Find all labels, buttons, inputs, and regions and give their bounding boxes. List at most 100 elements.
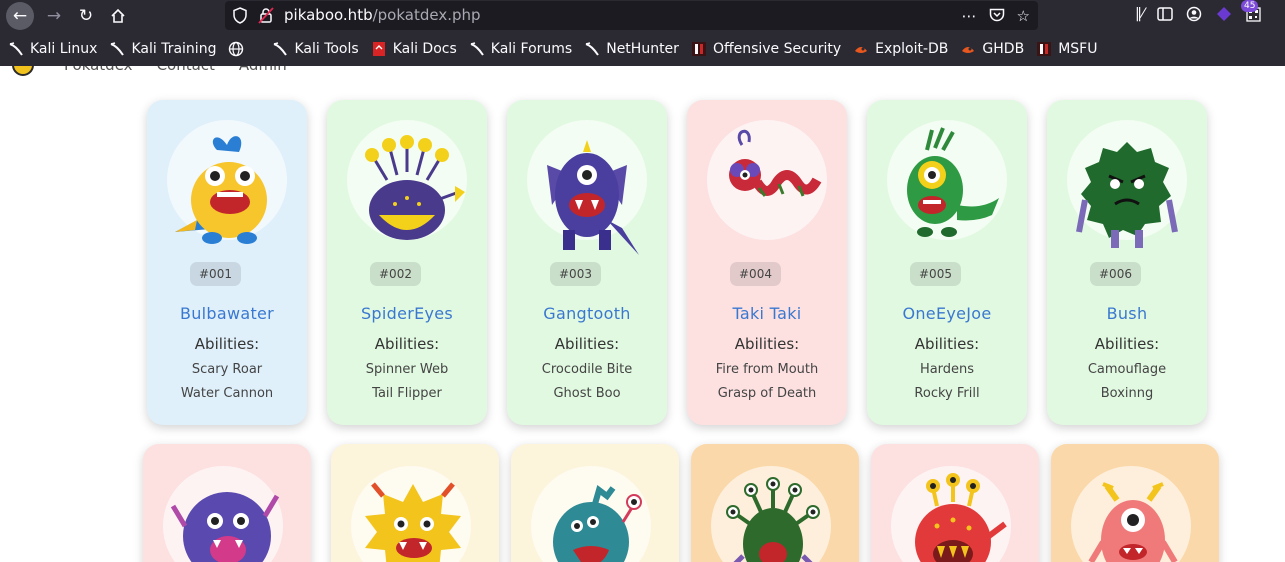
home-button[interactable] [104, 2, 132, 30]
bookmark-item[interactable]: Kali Linux [8, 41, 97, 57]
bookmark-item[interactable]: Kali Tools [272, 41, 359, 57]
bookmarks-bar: Kali Linux Kali Training Kali Tools Kali Do… [0, 32, 1285, 66]
nav-link-pokatdex[interactable]: Pokatdex [64, 66, 133, 74]
ability: Water Cannon [180, 386, 274, 401]
kali-dragon-icon [469, 41, 485, 57]
back-button[interactable]: ← [6, 2, 34, 30]
bookmark-item[interactable]: GHDB [960, 41, 1024, 57]
pokatdex-page: Pokatdex Contact Admin #001 Bulbawater A… [0, 66, 1285, 562]
bulbawater-monster-icon [175, 136, 267, 244]
kali-dragon-icon [584, 41, 600, 57]
account-icon[interactable] [1186, 6, 1202, 22]
yellow-spiky-monster-icon [365, 482, 461, 562]
monster-card[interactable]: #006 Bush Abilities: Camouflage Boxinng [1047, 100, 1207, 425]
monster-card[interactable]: #002 SpiderEyes Abilities: Spinner Web T… [327, 100, 487, 425]
abilities-title: Abilities: [1094, 335, 1160, 353]
monster-number: #005 [910, 262, 961, 286]
monster-card[interactable]: #005 OneEyeJoe Abilities: Hardens Rocky … [867, 100, 1027, 425]
bookmark-label: Kali Docs [392, 41, 457, 57]
arrow-right-icon: → [46, 6, 62, 26]
gangtooth-monster-icon [547, 140, 639, 255]
offsec-icon [691, 41, 707, 57]
bookmark-label: GHDB [982, 41, 1025, 57]
monster-number: #004 [730, 262, 781, 286]
library-icon[interactable]: ‖⁄ [1135, 6, 1144, 22]
shield-icon[interactable] [233, 7, 247, 24]
page-actions-icon[interactable]: ⋯ [962, 7, 977, 25]
abilities-title: Abilities: [554, 335, 620, 353]
url-bar[interactable]: pikaboo.htb/pokatdex.php ⋯ ☆ [225, 1, 1038, 30]
bookmark-label: MSFU [1058, 41, 1098, 57]
offsec-icon [1036, 41, 1052, 57]
bookmark-item[interactable]: MSFU [1036, 41, 1097, 57]
taki-taki-monster-icon [729, 130, 822, 197]
forward-button[interactable]: → [40, 2, 68, 30]
insecure-lock-icon[interactable] [258, 7, 274, 24]
monster-card[interactable] [143, 444, 311, 562]
abilities-title: Abilities: [374, 335, 440, 353]
bookmark-label: Kali Linux [30, 41, 98, 57]
bookmark-label: NetHunter [606, 41, 679, 57]
bush-monster-icon [1076, 142, 1178, 248]
monster-name[interactable]: Bush [1047, 304, 1207, 323]
monster-name[interactable]: OneEyeJoe [867, 304, 1027, 323]
monster-card[interactable]: #001 Bulbawater Abilities: Scary Roar Wa… [147, 100, 307, 425]
green-tentacle-monster-icon [726, 477, 820, 562]
nav-link-contact[interactable]: Contact [157, 66, 215, 74]
monster-number: #002 [370, 262, 421, 286]
ability: Hardens [919, 362, 975, 377]
abilities-title: Abilities: [734, 335, 800, 353]
extension-badge: 45 [1241, 0, 1259, 12]
teal-monster-icon [553, 484, 642, 562]
bookmark-item[interactable]: Offensive Security [691, 41, 841, 57]
kali-dragon-icon [272, 41, 288, 57]
ability: Spinner Web [365, 362, 449, 377]
monster-number: #001 [190, 262, 241, 286]
red-three-eyed-monster-icon [915, 473, 1007, 562]
nav-link-admin[interactable]: Admin [239, 66, 287, 74]
purple-furry-monster-icon [170, 492, 280, 562]
bookmark-item[interactable]: Exploit-DB [853, 41, 948, 57]
extension-icon[interactable] [1215, 5, 1233, 23]
reload-button[interactable]: ↻ [72, 2, 100, 30]
monster-card[interactable] [871, 444, 1039, 562]
monster-card[interactable]: #003 Gangtooth Abilities: Crocodile Bite… [507, 100, 667, 425]
kali-dragon-icon [109, 41, 125, 57]
bookmark-label: Offensive Security [712, 41, 842, 57]
ability: Rocky Frill [914, 386, 980, 401]
monster-card[interactable] [691, 444, 859, 562]
bookmark-item[interactable]: NetHunter [584, 41, 679, 57]
monster-name[interactable]: Bulbawater [147, 304, 307, 323]
kali-dragon-icon [8, 41, 24, 57]
exploitdb-icon [960, 41, 976, 57]
monster-name[interactable]: Gangtooth [507, 304, 667, 323]
sidebar-icon[interactable] [1157, 7, 1174, 21]
bookmark-label: Exploit-DB [875, 41, 949, 57]
exploitdb-icon [853, 41, 869, 57]
bookmark-star-icon[interactable]: ☆ [1017, 7, 1030, 25]
ability: Grasp of Death [717, 386, 817, 401]
bookmark-label: Kali Tools [294, 41, 359, 57]
home-icon [111, 8, 125, 23]
bookmark-item[interactable]: Kali Docs [371, 41, 457, 57]
monster-name[interactable]: Taki Taki [687, 304, 847, 323]
monster-name[interactable]: SpiderEyes [327, 304, 487, 323]
bookmark-item[interactable]: Kali Training [109, 41, 216, 57]
url-text[interactable]: pikaboo.htb/pokatdex.php [284, 6, 481, 24]
monster-card[interactable]: #004 Taki Taki Abilities: Fire from Mout… [687, 100, 847, 425]
abilities-title: Abilities: [194, 335, 260, 353]
ability: Camouflage [1087, 362, 1167, 377]
spidereyes-monster-icon [365, 135, 465, 240]
monster-number: #003 [550, 262, 601, 286]
pocket-icon[interactable] [989, 8, 1005, 23]
globe-icon [228, 41, 244, 57]
monster-card[interactable] [331, 444, 499, 562]
ability: Crocodile Bite [541, 362, 633, 377]
bookmark-item[interactable] [228, 41, 260, 57]
bookmark-label: Kali Training [131, 41, 217, 57]
bookmark-item[interactable]: Kali Forums [469, 41, 572, 57]
monster-card[interactable] [1051, 444, 1219, 562]
url-path: /pokatdex.php [372, 6, 481, 24]
site-logo[interactable] [12, 66, 34, 76]
monster-card[interactable] [511, 444, 679, 562]
